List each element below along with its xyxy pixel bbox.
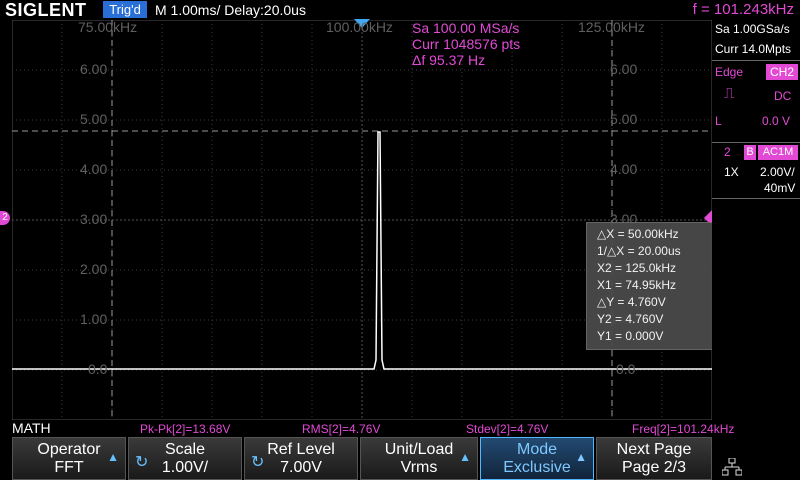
frequency-counter: f = 101.243kHz — [692, 1, 794, 18]
cursor-dy: △Y = 4.760V — [597, 295, 666, 309]
probe-factor: 1X — [724, 165, 739, 179]
channel-offset: 40mV — [764, 181, 796, 195]
acq-memory: Curr 14.0Mpts — [715, 42, 792, 56]
trigger-level-label: L — [715, 114, 722, 128]
cursor-y1: Y1 = 0.000V — [597, 329, 664, 343]
y-tick-label-right: 0.0 — [616, 361, 636, 377]
fft-sample-rate: Sa 100.00 MSa/s — [412, 20, 520, 36]
channel-number: 2 — [724, 145, 731, 159]
measure-stdev: Stdev[2]=4.76V — [466, 422, 549, 436]
y-tick-label-right: 4.00 — [610, 161, 638, 177]
cursor-x2: X2 = 125.0kHz — [597, 261, 677, 275]
trigger-type: Edge — [715, 65, 744, 79]
y-tick-label-right: 6.00 — [610, 61, 638, 77]
channel-coupling-badge: AC1M — [758, 145, 798, 160]
cursor-readout-panel: △X = 50.00kHz 1/△X = 20.00us X2 = 125.0k… — [586, 222, 716, 350]
cursor-inv-dx: 1/△X = 20.00us — [597, 244, 681, 258]
softkey-mode[interactable]: Mode Exclusive ▲ — [480, 437, 594, 480]
trigger-info[interactable]: Edge CH2 ⎍ DC L 0.0 V — [712, 61, 800, 141]
channel-offset-marker[interactable]: 2 — [0, 211, 10, 225]
softkey-ref-level[interactable]: ↻ Ref Level 7.00V — [244, 437, 358, 480]
y-tick-label: 1.00 — [80, 311, 108, 327]
trigger-status-badge: Trig'd — [103, 1, 147, 18]
x-tick-label: 125.00kHz — [578, 19, 645, 35]
channel-info[interactable]: 2 B AC1M 1X 2.00V/ 40mV — [712, 143, 800, 198]
softkey-operator[interactable]: Operator FFT ▲ — [12, 437, 126, 480]
x-tick-label: 100.00kHz — [326, 19, 393, 35]
measurement-bar: MATH Pk-Pk[2]=13.68V RMS[2]=4.76V Stdev[… — [0, 420, 800, 436]
cursor-x1: X1 = 74.95kHz — [597, 278, 677, 292]
waveform-display[interactable] — [12, 20, 712, 420]
bandwidth-limit-badge: B — [744, 145, 756, 160]
network-icon — [722, 458, 742, 476]
cursor-dx: △X = 50.00kHz — [597, 227, 679, 241]
fft-delta-f: Δf 95.37 Hz — [412, 52, 486, 68]
volts-per-div: 2.00V/ — [760, 165, 795, 179]
softkey-scale[interactable]: ↻ Scale 1.00V/ — [128, 437, 242, 480]
fft-info: Sa 100.00 MSa/s Curr 1048576 pts Δf 95.3… — [412, 20, 520, 68]
knob-icon: ↻ — [135, 454, 149, 471]
right-info-panel: Sa 1.00GSa/s Curr 14.0Mpts Edge CH2 ⎍ DC… — [712, 20, 800, 420]
trigger-coupling: DC — [774, 89, 792, 103]
y-tick-label: 6.00 — [80, 61, 108, 77]
y-tick-label: 2.00 — [80, 261, 108, 277]
menu-arrow-icon: ▲ — [459, 450, 471, 464]
y-tick-label: 0.0 — [88, 361, 108, 377]
brand-logo: SIGLENT — [5, 0, 87, 20]
cursor-y2: Y2 = 4.760V — [597, 312, 664, 326]
menu-arrow-icon: ▲ — [575, 450, 587, 464]
y-tick-label-right: 5.00 — [610, 111, 638, 127]
measure-freq: Freq[2]=101.24kHz — [632, 422, 735, 436]
math-label: MATH — [12, 420, 51, 436]
softkey-unit-load[interactable]: Unit/Load Vrms ▲ — [360, 437, 478, 480]
menu-arrow-icon: ▲ — [107, 450, 119, 464]
knob-icon: ↻ — [251, 454, 265, 471]
measure-pkpk: Pk-Pk[2]=13.68V — [140, 422, 231, 436]
trigger-source-badge: CH2 — [766, 64, 798, 80]
fft-points: Curr 1048576 pts — [412, 36, 521, 52]
x-tick-label: 75.00kHz — [78, 19, 138, 35]
softkey-next-page[interactable]: Next Page Page 2/3 — [596, 437, 712, 480]
rising-edge-icon: ⎍ — [724, 85, 735, 102]
y-tick-label: 4.00 — [80, 161, 108, 177]
y-tick-label: 3.00 — [80, 211, 108, 227]
y-tick-label: 5.00 — [80, 111, 108, 127]
measure-rms: RMS[2]=4.76V — [302, 422, 381, 436]
acq-sample-rate: Sa 1.00GSa/s — [715, 22, 790, 36]
trigger-level: 0.0 V — [762, 114, 791, 128]
timebase-readout: M 1.00ms/ Delay:20.0us — [155, 2, 306, 18]
